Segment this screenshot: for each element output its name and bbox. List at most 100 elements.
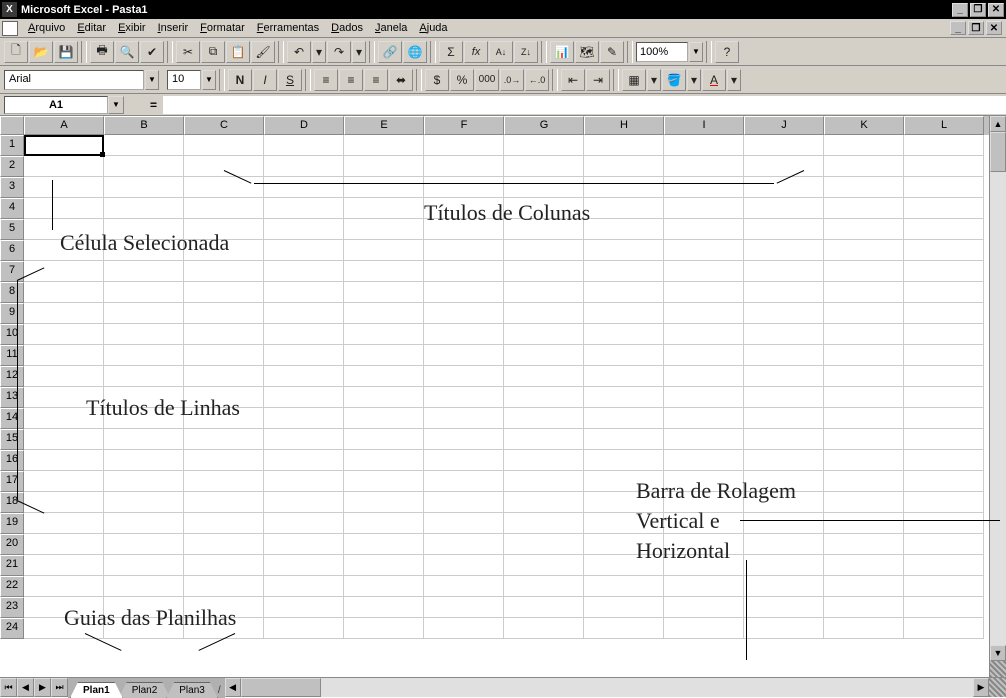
cell-H19[interactable] — [584, 513, 664, 534]
cell-J5[interactable] — [744, 219, 824, 240]
row-header-11[interactable]: 11 — [0, 345, 24, 366]
cell-L1[interactable] — [904, 135, 984, 156]
cell-J13[interactable] — [744, 387, 824, 408]
cell-G22[interactable] — [504, 576, 584, 597]
cell-K11[interactable] — [824, 345, 904, 366]
cell-C18[interactable] — [184, 492, 264, 513]
cell-E18[interactable] — [344, 492, 424, 513]
cell-A19[interactable] — [24, 513, 104, 534]
cell-H20[interactable] — [584, 534, 664, 555]
cell-L13[interactable] — [904, 387, 984, 408]
italic-icon[interactable]: I — [253, 69, 277, 91]
cell-F21[interactable] — [424, 555, 504, 576]
cell-F23[interactable] — [424, 597, 504, 618]
row-header-7[interactable]: 7 — [0, 261, 24, 282]
cell-D11[interactable] — [264, 345, 344, 366]
cell-F8[interactable] — [424, 282, 504, 303]
doc-maximize-button[interactable]: ❐ — [968, 21, 984, 35]
cell-B18[interactable] — [104, 492, 184, 513]
font-color-icon[interactable]: A — [702, 69, 726, 91]
cell-L17[interactable] — [904, 471, 984, 492]
cell-E8[interactable] — [344, 282, 424, 303]
column-header-B[interactable]: B — [104, 116, 184, 135]
menu-dados[interactable]: Dados — [325, 21, 369, 35]
cell-H24[interactable] — [584, 618, 664, 639]
cell-J7[interactable] — [744, 261, 824, 282]
cell-H15[interactable] — [584, 429, 664, 450]
cell-I13[interactable] — [664, 387, 744, 408]
column-header-D[interactable]: D — [264, 116, 344, 135]
cell-K14[interactable] — [824, 408, 904, 429]
maximize-button[interactable]: ❐ — [970, 3, 986, 17]
cell-L11[interactable] — [904, 345, 984, 366]
row-header-13[interactable]: 13 — [0, 387, 24, 408]
cell-K20[interactable] — [824, 534, 904, 555]
format-painter-icon[interactable]: 🖌 — [251, 41, 275, 63]
cell-H23[interactable] — [584, 597, 664, 618]
cell-J24[interactable] — [744, 618, 824, 639]
cell-F13[interactable] — [424, 387, 504, 408]
print-icon[interactable]: 🖶 — [90, 41, 114, 63]
cell-F6[interactable] — [424, 240, 504, 261]
cell-G12[interactable] — [504, 366, 584, 387]
cell-K5[interactable] — [824, 219, 904, 240]
cell-A17[interactable] — [24, 471, 104, 492]
cell-I2[interactable] — [664, 156, 744, 177]
cell-I15[interactable] — [664, 429, 744, 450]
cell-B4[interactable] — [104, 198, 184, 219]
cell-A11[interactable] — [24, 345, 104, 366]
web-toolbar-icon[interactable]: 🌐 — [403, 41, 427, 63]
row-header-20[interactable]: 20 — [0, 534, 24, 555]
cell-H8[interactable] — [584, 282, 664, 303]
cell-E16[interactable] — [344, 450, 424, 471]
cell-I6[interactable] — [664, 240, 744, 261]
cell-K13[interactable] — [824, 387, 904, 408]
cell-K9[interactable] — [824, 303, 904, 324]
cell-H2[interactable] — [584, 156, 664, 177]
cell-D1[interactable] — [264, 135, 344, 156]
scroll-down-icon[interactable]: ▼ — [990, 645, 1006, 661]
column-header-K[interactable]: K — [824, 116, 904, 135]
cell-J1[interactable] — [744, 135, 824, 156]
cell-F16[interactable] — [424, 450, 504, 471]
menu-editar[interactable]: Editar — [71, 21, 112, 35]
cell-C19[interactable] — [184, 513, 264, 534]
cell-C15[interactable] — [184, 429, 264, 450]
cell-F9[interactable] — [424, 303, 504, 324]
cell-J8[interactable] — [744, 282, 824, 303]
cell-G10[interactable] — [504, 324, 584, 345]
align-center-icon[interactable]: ≡ — [339, 69, 363, 91]
cells-grid[interactable] — [24, 135, 984, 639]
document-icon[interactable] — [2, 21, 18, 36]
cell-I5[interactable] — [664, 219, 744, 240]
cell-C20[interactable] — [184, 534, 264, 555]
cell-K7[interactable] — [824, 261, 904, 282]
column-header-I[interactable]: I — [664, 116, 744, 135]
cell-K23[interactable] — [824, 597, 904, 618]
cell-D17[interactable] — [264, 471, 344, 492]
cell-H1[interactable] — [584, 135, 664, 156]
cell-J22[interactable] — [744, 576, 824, 597]
merge-center-icon[interactable]: ⬌ — [389, 69, 413, 91]
cell-J18[interactable] — [744, 492, 824, 513]
cell-F15[interactable] — [424, 429, 504, 450]
cell-C17[interactable] — [184, 471, 264, 492]
row-header-6[interactable]: 6 — [0, 240, 24, 261]
cell-B24[interactable] — [104, 618, 184, 639]
cell-H4[interactable] — [584, 198, 664, 219]
sheet-tab-plan3[interactable]: Plan3 — [166, 682, 218, 698]
hscroll-thumb[interactable] — [241, 678, 321, 697]
cell-H6[interactable] — [584, 240, 664, 261]
cell-K21[interactable] — [824, 555, 904, 576]
scroll-up-icon[interactable]: ▲ — [990, 116, 1006, 132]
cell-I19[interactable] — [664, 513, 744, 534]
undo-dropdown-icon[interactable]: ▾ — [312, 41, 326, 63]
cell-E13[interactable] — [344, 387, 424, 408]
autosum-icon[interactable]: Σ — [439, 41, 463, 63]
cell-B15[interactable] — [104, 429, 184, 450]
cell-B9[interactable] — [104, 303, 184, 324]
cell-K15[interactable] — [824, 429, 904, 450]
cell-D23[interactable] — [264, 597, 344, 618]
open-icon[interactable]: 📂 — [29, 41, 53, 63]
row-header-14[interactable]: 14 — [0, 408, 24, 429]
